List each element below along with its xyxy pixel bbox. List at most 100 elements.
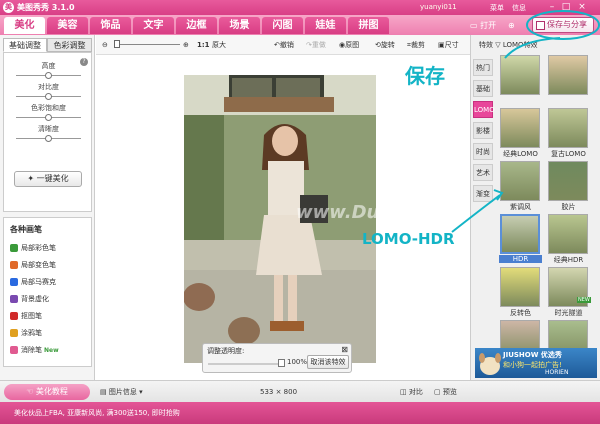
nav-tab-frame[interactable]: 边框 <box>176 17 217 34</box>
category-tab[interactable]: 影楼 <box>473 122 493 139</box>
sharpness-label: 清晰度 <box>38 125 59 133</box>
zoom-in-icon[interactable]: ⊕ <box>183 39 189 51</box>
pen-item[interactable]: 消除笔 New <box>10 344 59 356</box>
category-tab[interactable]: 热门 <box>473 59 493 76</box>
effect-item[interactable] <box>547 55 593 107</box>
effect-thumbnail <box>548 161 588 201</box>
zoom-slider[interactable] <box>114 44 180 45</box>
nav-tab-text[interactable]: 文字 <box>133 17 174 34</box>
status-bar[interactable]: 美化伙品上FBA, 亚康新风尚, 满300送150, 即时抢购 <box>0 402 600 424</box>
sharpness-knob[interactable] <box>44 135 52 142</box>
effect-item[interactable]: 反转色 <box>499 267 545 319</box>
effect-item[interactable]: 复古LOMO <box>547 108 593 160</box>
pen-icon <box>10 244 18 252</box>
effect-label: 紫调风 <box>510 203 531 211</box>
tab-color-adjust[interactable]: 色彩调整 <box>47 38 92 52</box>
effect-thumbnail <box>548 214 588 254</box>
cancel-effect-button[interactable]: 取消该特效 <box>307 355 349 369</box>
maximize-icon[interactable]: □ <box>560 2 572 13</box>
ad-title: JIUSHOW 优选秀 <box>503 351 562 359</box>
zoom-out-icon[interactable]: ⊖ <box>102 39 108 51</box>
one-click-beautify-button[interactable]: ✦ 一键美化 <box>14 171 82 187</box>
effect-item[interactable]: 经典HDR <box>547 214 593 266</box>
pen-item[interactable]: 局部马赛克 <box>10 276 56 288</box>
opacity-title: 调整透明度: <box>207 347 245 355</box>
brightness-slider[interactable] <box>16 72 81 79</box>
category-tab[interactable]: 时尚 <box>473 143 493 160</box>
nav-tab-collage[interactable]: 拼图 <box>348 17 389 34</box>
pen-item[interactable]: 局部彩色笔 <box>10 242 56 254</box>
category-tab[interactable]: 基础 <box>473 80 493 97</box>
new-badge: New <box>44 347 59 354</box>
nav-tab-accessories[interactable]: 饰品 <box>90 17 131 34</box>
open-button[interactable]: ▭ 打开 <box>470 18 496 33</box>
pen-item[interactable]: 涂鸦笔 <box>10 327 42 339</box>
resize-button[interactable]: ▣尺寸 <box>438 39 459 51</box>
effect-item[interactable]: 胶片 <box>547 161 593 213</box>
original-image-button[interactable]: ◉原图 <box>339 39 359 51</box>
pen-item[interactable]: 抠图笔 <box>10 310 42 322</box>
opacity-knob[interactable] <box>278 359 285 367</box>
saturation-knob[interactable] <box>44 114 52 121</box>
contrast-knob[interactable] <box>44 93 52 100</box>
effect-thumbnail <box>500 161 540 201</box>
title-bar: 美 美图秀秀 3.1.0 yuanyi011 菜单 信息 – □ × <box>0 0 600 15</box>
effect-thumbnail <box>500 108 540 148</box>
zoom-knob[interactable] <box>114 40 120 48</box>
beauty-tutorial-button[interactable]: ☜ 美化教程 <box>4 384 90 400</box>
nav-tab-scene[interactable]: 场景 <box>219 17 260 34</box>
rotate-button[interactable]: ⟲旋转 <box>375 39 395 51</box>
username[interactable]: yuanyi011 <box>420 3 457 11</box>
effect-item[interactable] <box>499 55 545 107</box>
opacity-value: 100% <box>287 358 308 366</box>
pen-item[interactable]: 局部变色笔 <box>10 259 56 271</box>
effect-label: 时光隧道 <box>554 309 583 317</box>
save-share-button[interactable]: 保存与分享 <box>532 17 594 33</box>
pen-label: 抠图笔 <box>21 312 42 320</box>
close-icon[interactable]: × <box>576 2 588 13</box>
crop-button[interactable]: ⌗裁剪 <box>407 39 425 51</box>
pen-icon <box>10 295 18 303</box>
nav-tab-beauty[interactable]: 美容 <box>47 17 88 34</box>
pen-item[interactable]: 背景虚化 <box>10 293 49 305</box>
effect-item[interactable]: 紫调风 <box>499 161 545 213</box>
redo-button[interactable]: ↷重做 <box>306 39 326 51</box>
nav-tab-doll[interactable]: 娃娃 <box>305 17 346 34</box>
effect-thumbnail <box>500 55 540 95</box>
sharpness-slider[interactable] <box>16 135 81 142</box>
tab-basic-adjust[interactable]: 基础调整 <box>3 38 47 52</box>
category-tab[interactable]: 渐变 <box>473 185 493 202</box>
opacity-slider[interactable] <box>208 363 282 365</box>
category-tab[interactable]: 艺术 <box>473 164 493 181</box>
nav-tab-flash[interactable]: 闪图 <box>262 17 303 34</box>
zoom-ratio-button[interactable]: 1:1 <box>197 39 210 51</box>
minimize-icon[interactable]: – <box>546 2 558 13</box>
pen-label: 局部彩色笔 <box>21 244 56 252</box>
effects-header[interactable]: 特效 ▽ LOMO特效 <box>471 38 600 52</box>
brightness-knob[interactable] <box>44 72 52 79</box>
message-link[interactable]: 信息 <box>512 3 526 13</box>
effect-item[interactable]: HDR <box>499 214 545 266</box>
preview-button[interactable]: ▢ 预览 <box>434 386 457 398</box>
category-tab[interactable]: LOMO <box>473 101 495 118</box>
contrast-slider[interactable] <box>16 93 81 100</box>
pen-icon <box>10 312 18 320</box>
image-info-button[interactable]: ▤ 图片信息 ▾ <box>100 386 143 398</box>
nav-tab-beautify[interactable]: 美化 <box>4 17 45 34</box>
saturation-slider[interactable] <box>16 114 81 121</box>
ad-banner[interactable]: JIUSHOW 优选秀 和小狗一起拍广告! HORIEN <box>475 348 597 378</box>
resize-icon: ▣ <box>438 41 445 49</box>
effect-label: 经典LOMO <box>503 150 538 158</box>
close-icon[interactable]: ⊠ <box>341 345 348 354</box>
undo-button[interactable]: ↶撤销 <box>274 39 294 51</box>
canvas-area: www.Duote.com <box>96 55 470 380</box>
main-nav: 美化 美容 饰品 文字 边框 场景 闪图 娃娃 拼图 ▭ 打开 ⊕ 保存与分享 <box>0 15 600 35</box>
compare-button[interactable]: ◫ 对比 <box>400 386 423 398</box>
effect-item[interactable]: 经典LOMO <box>499 108 545 160</box>
new-icon[interactable]: ⊕ <box>508 18 515 33</box>
original-size-button[interactable]: 原大 <box>212 39 226 51</box>
effect-item[interactable]: 时光隧道 NEW <box>547 267 593 319</box>
opacity-panel: 调整透明度: ⊠ 100% 取消该特效 <box>202 343 352 373</box>
effect-label: 复古LOMO <box>551 150 586 158</box>
menu-link[interactable]: 菜单 <box>490 3 504 13</box>
